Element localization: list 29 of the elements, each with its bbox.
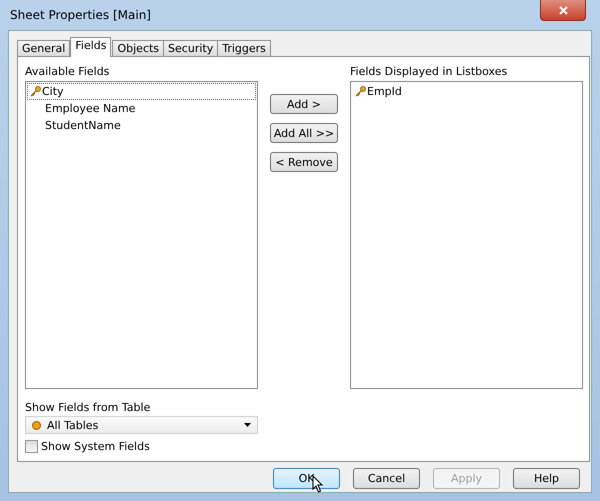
transfer-button[interactable]: < Remove [270, 152, 338, 172]
tab[interactable]: Security [163, 40, 218, 56]
tab[interactable]: Fields [70, 37, 112, 57]
key-icon [355, 86, 366, 97]
window-title: Sheet Properties [Main] [9, 8, 151, 22]
tab[interactable]: Triggers [217, 40, 271, 56]
list-item[interactable]: StudentName [27, 117, 256, 134]
field-list[interactable]: City Employee Name StudentName [25, 81, 258, 389]
key-icon [30, 86, 41, 97]
close-button[interactable] [540, 0, 586, 21]
list-label: Available Fields [25, 65, 110, 78]
list-item[interactable]: Employee Name [27, 100, 256, 117]
dot-icon [32, 420, 41, 430]
dropdown-arrow-icon [244, 423, 251, 427]
dialog-button[interactable]: Cancel [353, 468, 420, 489]
field-list[interactable]: EmpId [350, 81, 583, 389]
dialog-button[interactable]: Help [513, 468, 580, 489]
transfer-button[interactable]: Add All >> [270, 123, 338, 143]
table-dropdown[interactable]: All Tables [25, 416, 258, 434]
close-icon [558, 6, 568, 14]
filter-label: Show Fields from Table [25, 401, 152, 414]
checkbox-label: Show System Fields [41, 440, 150, 453]
transfer-button[interactable]: Add > [270, 94, 338, 114]
list-item[interactable]: EmpId [352, 83, 581, 100]
tab[interactable]: General [17, 40, 70, 56]
list-item[interactable]: City [27, 83, 256, 100]
checkbox[interactable] [25, 440, 38, 453]
list-label: Fields Displayed in Listboxes [350, 65, 508, 78]
tab[interactable]: Objects [112, 40, 164, 56]
